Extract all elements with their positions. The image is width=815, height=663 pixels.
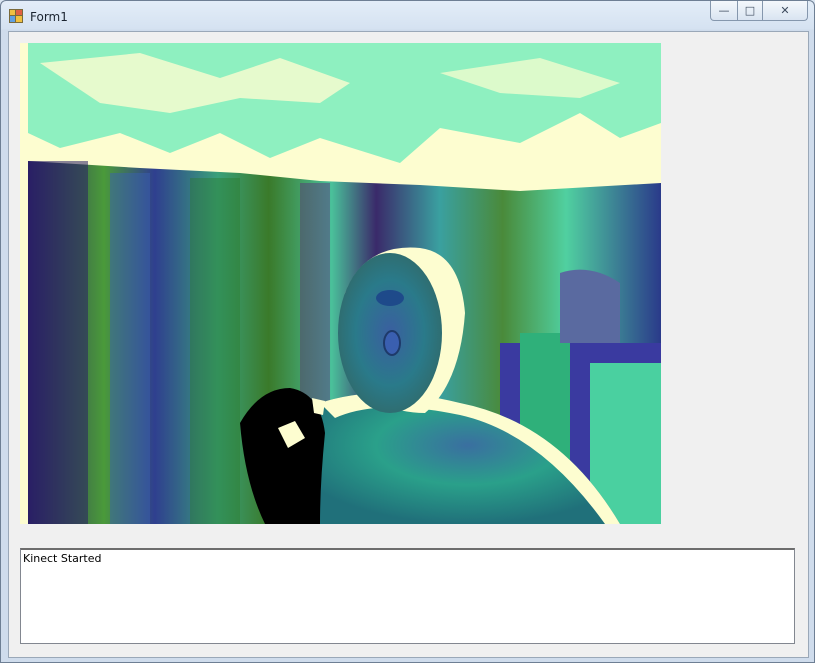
form-client-area: Kinect Started (8, 31, 809, 658)
title-bar[interactable]: Form1 — □ ✕ (1, 1, 814, 31)
depth-image (20, 43, 661, 524)
main-window: Form1 — □ ✕ Kinect Started (0, 0, 815, 663)
log-line: Kinect Started (23, 552, 102, 565)
close-icon: ✕ (780, 4, 790, 17)
app-icon[interactable] (9, 9, 23, 23)
log-textbox[interactable]: Kinect Started (20, 548, 795, 644)
close-button[interactable]: ✕ (763, 1, 808, 21)
minimize-icon: — (718, 4, 730, 17)
window-title: Form1 (30, 10, 68, 24)
maximize-icon: □ (744, 4, 756, 17)
caption-buttons: — □ ✕ (710, 1, 808, 21)
depth-picturebox (20, 43, 661, 524)
minimize-button[interactable]: — (710, 1, 738, 21)
maximize-button[interactable]: □ (738, 1, 763, 21)
